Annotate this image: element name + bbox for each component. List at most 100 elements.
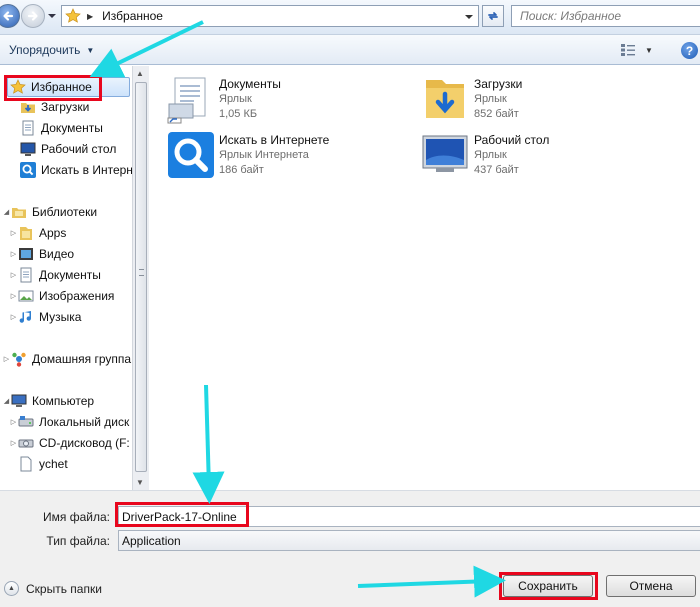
file-list: Документы Ярлык 1,05 КБ Загрузки Ярлык 8… [150,66,700,490]
nav-library-music[interactable]: ▷ Музыка [9,307,82,327]
nav-item-search-internet[interactable]: Искать в Интернете [20,160,132,180]
expand-icon[interactable]: ▷ [9,418,18,426]
nav-item-ychet[interactable]: ychet [18,454,68,474]
nav-computer-label: Компьютер [32,394,95,408]
file-icon [20,456,32,472]
hide-folders-button[interactable]: ▲ Скрыть папки [4,581,102,596]
file-item-downloads[interactable]: Загрузки Ярлык 852 байт [420,74,670,126]
libraries-icon [12,208,26,218]
filetype-value: Application [122,533,181,548]
nav-item-label: Искать в Интернете [41,163,132,177]
highlight-save-button [499,572,598,600]
local-disk-icon [18,416,34,427]
documents-shortcut-icon [167,77,206,124]
navigation-pane: Избранное Загрузки Документы Рабочий сто… [0,66,132,490]
back-button[interactable] [0,4,20,28]
file-size: 186 байт [219,164,264,176]
nav-scrollbar[interactable]: ▲ ▼ [132,66,149,490]
back-arrow-icon [3,11,14,21]
filetype-select[interactable]: Application ▼ [118,530,700,551]
file-item-desktop[interactable]: Рабочий стол Ярлык 437 байт [420,130,670,182]
expand-icon[interactable]: ▷ [9,292,18,300]
forward-button[interactable] [21,4,45,28]
file-size: 852 байт [474,108,519,120]
file-name: Рабочий стол [474,133,550,147]
file-name: Документы [219,77,281,91]
file-name: Загрузки [474,77,523,91]
file-type: Ярлык [474,149,507,161]
collapse-icon[interactable]: ◢ [2,397,11,405]
nav-library-video[interactable]: ▷ Видео [9,244,74,264]
scroll-down-icon[interactable]: ▼ [136,478,144,487]
expand-icon[interactable]: ▷ [9,250,18,258]
address-bar-row: ▶ Избранное [0,0,700,34]
cancel-button[interactable]: Отмена [606,575,696,597]
nav-item-documents-fav[interactable]: Документы [20,118,103,138]
details-view-icon [621,44,635,56]
refresh-icon [488,12,498,20]
nav-item-label: Apps [39,226,67,240]
favorites-star-icon [65,8,81,23]
nav-library-pictures[interactable]: ▷ Изображения [9,286,115,306]
file-item-search-internet[interactable]: Искать в Интернете Ярлык Интернета 186 б… [165,130,415,182]
highlight-filename [115,502,249,527]
filetype-label: Тип файла: [46,534,110,548]
file-size: 437 байт [474,164,519,176]
file-type: Ярлык Интернета [219,149,309,161]
nav-homegroup-label: Домашняя группа [32,352,132,366]
file-name: Искать в Интернете [219,133,330,147]
documents-library-icon [20,267,32,283]
change-view-button[interactable]: ▼ [620,42,654,58]
nav-item-label: Видео [39,247,75,261]
search-input[interactable] [512,6,700,26]
expand-icon[interactable]: ▷ [9,313,18,321]
expand-icon[interactable]: ▷ [2,355,11,363]
folder-icon [20,227,32,240]
recent-pages-dropdown-icon[interactable] [48,12,56,20]
music-library-icon [19,311,32,323]
organize-button[interactable]: Упорядочить ▼ [9,43,94,57]
nav-library-apps[interactable]: ▷ Apps [9,223,66,243]
chevron-down-icon: ▼ [86,45,95,55]
cd-drive-icon [18,439,34,448]
organize-label: Упорядочить [9,43,81,57]
downloads-folder-icon [21,103,35,113]
address-dropdown-icon[interactable] [465,13,473,21]
nav-item-desktop[interactable]: Рабочий стол [20,139,116,159]
forward-arrow-icon [27,11,38,21]
scroll-up-icon[interactable]: ▲ [136,69,144,78]
video-library-icon [19,248,33,260]
view-dropdown-icon[interactable]: ▼ [645,46,653,55]
computer-icon [11,394,27,407]
nav-item-label: ychet [39,457,68,471]
address-box[interactable]: ▶ Избранное [61,5,479,27]
nav-item-label: Рабочий стол [41,142,117,156]
file-item-documents[interactable]: Документы Ярлык 1,05 КБ [165,74,415,126]
expand-icon[interactable]: ▷ [9,229,18,237]
expand-icon[interactable]: ▷ [9,439,18,447]
downloads-folder-icon [426,80,464,118]
expand-icon[interactable]: ▷ [9,271,18,279]
pictures-library-icon [18,290,34,302]
nav-item-label: Документы [39,268,101,282]
collapse-icon[interactable]: ◢ [2,208,11,216]
breadcrumb-separator-icon[interactable]: ▶ [87,12,93,21]
nav-homegroup[interactable]: ▷ Домашняя группа [2,349,131,369]
nav-local-disk[interactable]: ▷ Локальный диск [9,412,129,432]
nav-item-label: CD-дисковод (F: [39,436,130,450]
nav-computer[interactable]: ◢ Компьютер [2,391,94,411]
nav-library-documents[interactable]: ▷ Документы [9,265,101,285]
scroll-thumb[interactable] [135,82,147,472]
nav-libraries[interactable]: ◢ Библиотеки [2,202,97,222]
nav-libraries-label: Библиотеки [32,205,98,219]
nav-cd-drive[interactable]: ▷ CD-дисковод (F: [9,433,130,453]
search-box[interactable] [511,5,700,27]
help-button[interactable]: ? [681,42,698,59]
refresh-button[interactable] [482,5,504,27]
nav-item-label: Музыка [39,310,82,324]
breadcrumb-favorites[interactable]: Избранное [102,9,163,23]
search-internet-icon [168,132,214,178]
scroll-grip-icon [139,269,144,276]
nav-item-label: Локальный диск [39,415,130,429]
toolbar: Упорядочить ▼ ▼ ? [0,34,700,65]
